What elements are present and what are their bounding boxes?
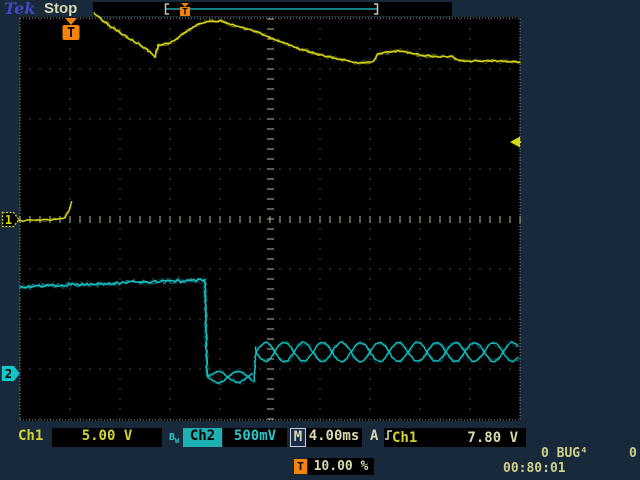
trigger-position-icon: T bbox=[294, 459, 307, 474]
record-trigger-letter: T bbox=[182, 8, 188, 18]
svg-text:2: 2 bbox=[5, 367, 12, 381]
svg-text:1: 1 bbox=[5, 213, 12, 227]
main-timebase-badge: M bbox=[290, 428, 306, 447]
acquisition-info: 0 BUG⁴ bbox=[541, 446, 588, 461]
trigger-level-readout: 7.80 V bbox=[467, 430, 518, 446]
timebase-readout: 4.00ms bbox=[306, 428, 362, 447]
clock-readout: 00:80:01 bbox=[503, 461, 566, 476]
oscilloscope-screen: TT12 Tek Stop Ch1 5.00 V BW Ch2 500mV M … bbox=[0, 0, 640, 480]
ch1-scale-readout: 5.00 V bbox=[52, 428, 162, 447]
trigger-readout: Ch1 7.80 V bbox=[384, 428, 526, 447]
ch1-position-marker: 1 bbox=[3, 213, 20, 228]
trigger-mode-label: A bbox=[370, 428, 378, 447]
bandwidth-limit-icon: BW bbox=[169, 431, 179, 445]
trigger-position-readout: 10.00 % bbox=[308, 458, 374, 475]
trigger-source-label: Ch1 bbox=[392, 430, 417, 446]
bw-icon-w: W bbox=[175, 437, 179, 445]
ch1-label: Ch1 bbox=[18, 428, 43, 447]
ch2-scale-readout: 500mV bbox=[223, 428, 287, 447]
ch2-position-marker: 2 bbox=[3, 367, 20, 382]
acquisition-count: 0 bbox=[629, 446, 637, 461]
scope-display: T T 1 2 bbox=[0, 0, 640, 480]
tek-logo: Tek bbox=[4, 0, 35, 18]
rising-edge-icon bbox=[384, 428, 395, 442]
acquisition-status: Stop bbox=[44, 0, 77, 17]
ch2-label-badge: Ch2 bbox=[183, 428, 222, 447]
trigger-position-letter: T bbox=[67, 26, 75, 41]
